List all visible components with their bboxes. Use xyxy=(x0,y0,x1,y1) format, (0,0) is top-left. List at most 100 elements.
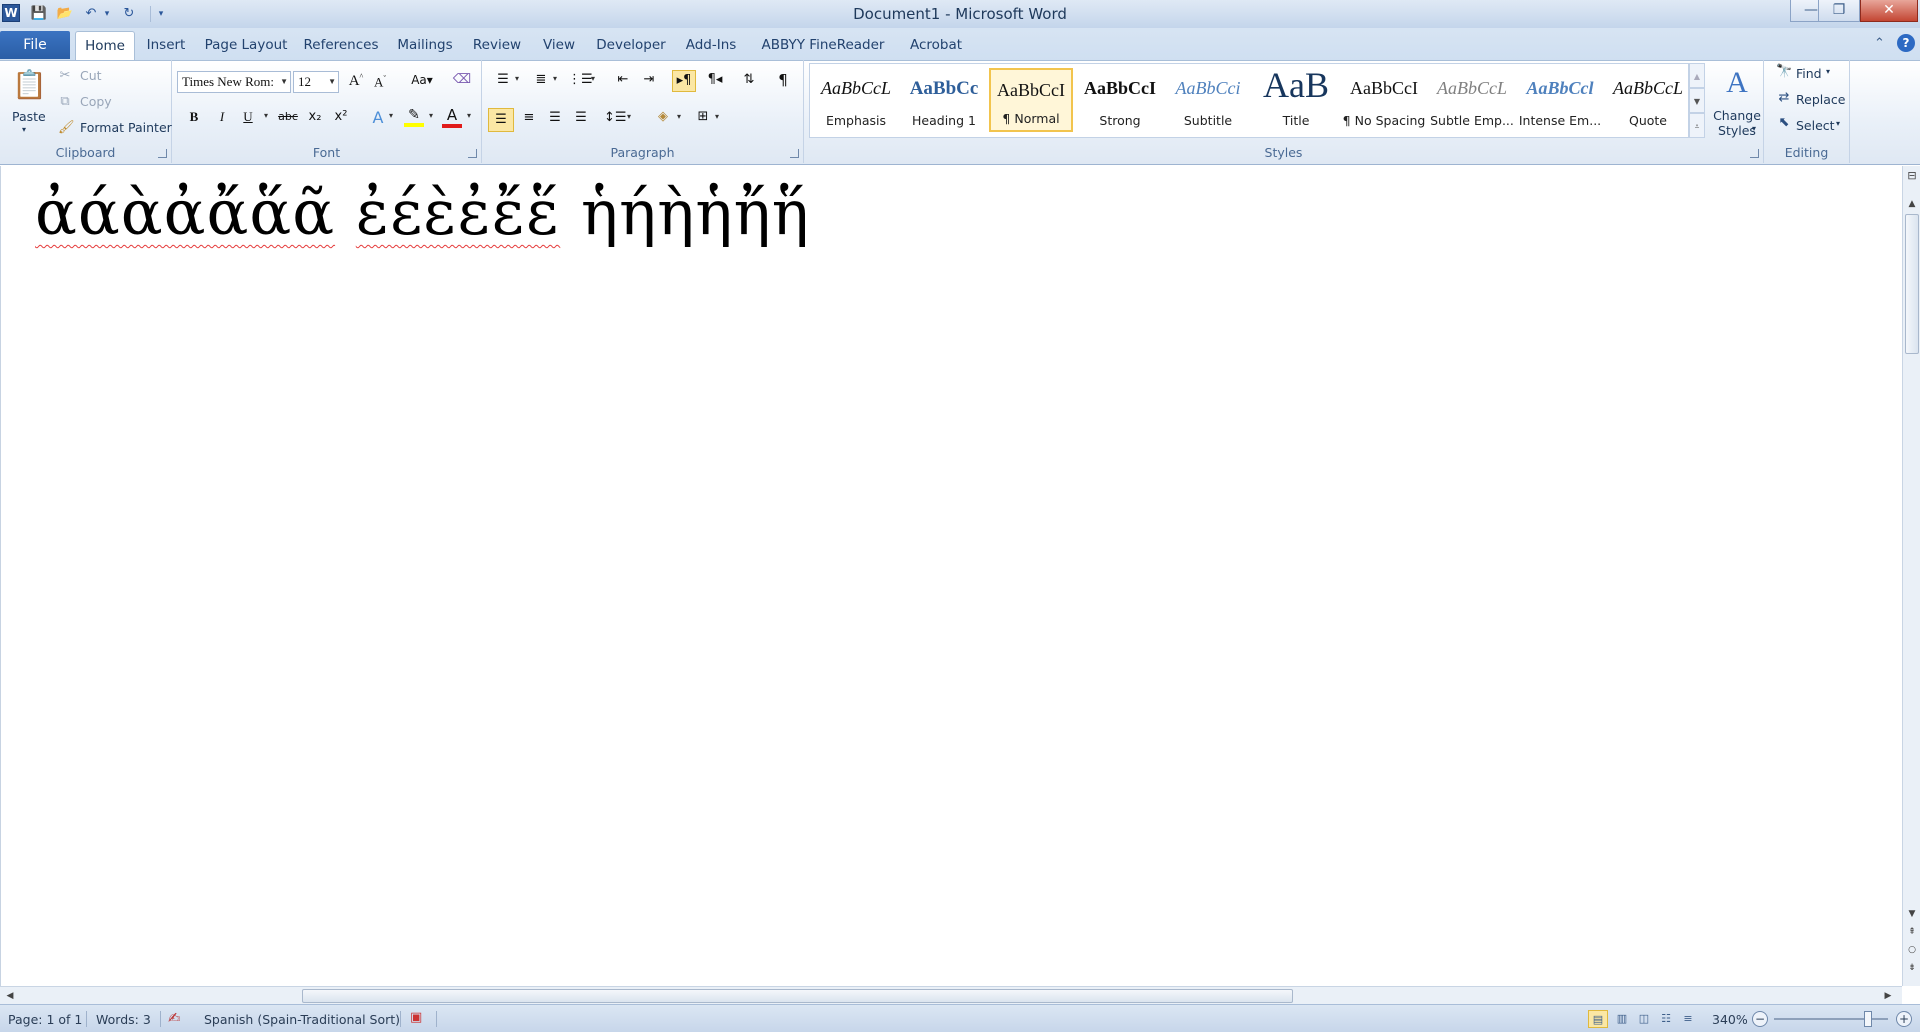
tab-page-layout[interactable]: Page Layout xyxy=(203,31,289,60)
font-size-combobox[interactable]: 12 ▼ xyxy=(293,71,339,93)
vertical-scrollbar[interactable]: ⊟ ▲ ▼ ⇞ ○ ⇟ xyxy=(1902,166,1920,986)
styles-launcher-icon[interactable] xyxy=(1750,149,1759,158)
style-quote[interactable]: AaBbCcL Quote xyxy=(1606,68,1690,132)
shrink-font-icon[interactable]: Aˇ xyxy=(370,74,390,90)
clipboard-launcher-icon[interactable] xyxy=(158,149,167,158)
vertical-scroll-thumb[interactable] xyxy=(1905,214,1919,354)
style-no-spacing[interactable]: AaBbCcI ¶ No Spacing xyxy=(1342,68,1426,132)
change-styles-icon[interactable]: A xyxy=(1718,66,1756,100)
zoom-slider-thumb[interactable] xyxy=(1864,1011,1872,1027)
italic-button[interactable]: I xyxy=(212,109,232,125)
shading-icon[interactable]: ◈ xyxy=(652,109,674,124)
minimize-ribbon-icon[interactable]: ⌃ xyxy=(1874,36,1885,51)
scroll-down-icon[interactable]: ▼ xyxy=(1903,906,1920,922)
change-styles-button[interactable]: Change Styles xyxy=(1712,108,1762,138)
scroll-right-icon[interactable]: ▶ xyxy=(1880,988,1896,1004)
shading-dropdown-icon[interactable]: ▾ xyxy=(674,112,684,121)
scroll-left-icon[interactable]: ◀ xyxy=(2,988,18,1004)
borders-icon[interactable]: ⊞ xyxy=(692,109,714,124)
previous-page-icon[interactable]: ⇞ xyxy=(1903,924,1920,940)
document-page[interactable]: ἀάὰἀἄἅᾶ ἐέὲἐἔἕ ἡήὴἡἤἥ xyxy=(0,166,1902,986)
horizontal-scrollbar[interactable]: ◀ ▶ xyxy=(0,986,1902,1004)
document-text[interactable]: ἀάὰἀἄἅᾶ ἐέὲἐἔἕ ἡήὴἡἤἥ xyxy=(35,176,810,249)
highlight-icon[interactable]: ✎ xyxy=(404,107,424,127)
ruler-toggle-icon[interactable]: ⊟ xyxy=(1903,168,1920,184)
tab-home[interactable]: Home xyxy=(75,31,135,60)
browse-object-icon[interactable]: ○ xyxy=(1903,942,1920,958)
restore-icon[interactable]: ❐ xyxy=(1818,0,1860,22)
document-word-alpha[interactable]: ἀάὰἀἄἅᾶ xyxy=(35,176,335,249)
zoom-out-icon[interactable]: − xyxy=(1752,1011,1768,1027)
style-subtitle[interactable]: AaBbCci Subtitle xyxy=(1166,68,1250,132)
style-heading-1[interactable]: AaBbCc Heading 1 xyxy=(902,68,986,132)
paste-icon[interactable]: 📋 xyxy=(12,68,47,102)
font-color-icon[interactable]: A xyxy=(442,106,462,128)
zoom-level[interactable]: 340% xyxy=(1712,1012,1748,1027)
line-spacing-icon[interactable]: ↕☰ xyxy=(604,110,627,125)
borders-dropdown-icon[interactable]: ▾ xyxy=(712,112,722,121)
paste-button[interactable]: Paste xyxy=(12,109,46,124)
web-layout-icon[interactable]: ◫ xyxy=(1634,1010,1654,1028)
style-intense-emphasis[interactable]: AaBbCcl Intense Em... xyxy=(1518,68,1602,132)
text-effects-icon[interactable]: A xyxy=(368,108,388,127)
style-emphasis[interactable]: AaBbCcL Emphasis xyxy=(814,68,898,132)
change-case-icon[interactable]: Aa▾ xyxy=(408,73,436,87)
language-indicator[interactable]: Spanish (Spain-Traditional Sort) xyxy=(204,1012,400,1027)
sort-icon[interactable]: ⇅ xyxy=(738,72,760,87)
draft-view-icon[interactable]: ≡ xyxy=(1678,1010,1698,1028)
paragraph-launcher-icon[interactable] xyxy=(790,149,799,158)
numbering-dropdown-icon[interactable]: ▾ xyxy=(550,74,560,83)
decrease-indent-icon[interactable]: ⇤ xyxy=(612,72,634,87)
horizontal-scroll-thumb[interactable] xyxy=(302,989,1293,1003)
scroll-up-icon[interactable]: ▲ xyxy=(1903,196,1920,212)
multilevel-list-icon[interactable]: ⋮☰ xyxy=(568,72,593,87)
bullets-icon[interactable]: ☰ xyxy=(492,72,514,87)
copy-button[interactable]: Copy xyxy=(80,94,112,109)
numbering-icon[interactable]: ≣ xyxy=(530,72,552,87)
grow-font-icon[interactable]: A^ xyxy=(346,72,366,90)
style-title[interactable]: AaB Title xyxy=(1254,65,1338,132)
tab-insert[interactable]: Insert xyxy=(143,31,189,60)
subscript-button[interactable]: x₂ xyxy=(304,109,326,124)
select-dropdown-icon[interactable]: ▾ xyxy=(1836,119,1840,128)
change-styles-dropdown-icon[interactable]: ▾ xyxy=(1752,124,1756,133)
tab-file[interactable]: File xyxy=(0,31,70,59)
align-center-icon[interactable]: ≡ xyxy=(518,110,540,125)
style-strong[interactable]: AaBbCcI Strong xyxy=(1078,68,1162,132)
increase-indent-icon[interactable]: ⇥ xyxy=(638,72,660,87)
gallery-scroll-down-icon[interactable]: ▼ xyxy=(1689,88,1705,113)
ltr-direction-icon[interactable]: ▸¶ xyxy=(672,70,696,92)
full-screen-reading-icon[interactable]: ▥ xyxy=(1612,1010,1632,1028)
help-icon[interactable]: ? xyxy=(1897,34,1915,52)
close-icon[interactable]: ✕ xyxy=(1860,0,1918,22)
proofing-icon[interactable]: ✍ xyxy=(168,1009,181,1027)
document-word-eta[interactable]: ἡήὴἡἤἥ xyxy=(581,176,810,249)
underline-button[interactable]: U xyxy=(238,109,258,125)
font-launcher-icon[interactable] xyxy=(468,149,477,158)
outline-view-icon[interactable]: ☷ xyxy=(1656,1010,1676,1028)
tab-references[interactable]: References xyxy=(303,31,379,60)
clear-formatting-icon[interactable]: ⌫ xyxy=(452,72,472,87)
style-normal[interactable]: AaBbCcI ¶ Normal xyxy=(989,68,1073,132)
paste-dropdown-icon[interactable]: ▾ xyxy=(22,125,26,134)
tab-acrobat[interactable]: Acrobat xyxy=(906,31,966,60)
tab-mailings[interactable]: Mailings xyxy=(394,31,456,60)
show-formatting-marks-icon[interactable]: ¶ xyxy=(772,71,794,89)
find-button[interactable]: Find xyxy=(1796,66,1822,81)
bullets-dropdown-icon[interactable]: ▾ xyxy=(512,74,522,83)
align-right-icon[interactable]: ☰ xyxy=(544,110,566,125)
tab-review[interactable]: Review xyxy=(470,31,524,60)
find-dropdown-icon[interactable]: ▾ xyxy=(1826,67,1830,76)
word-count[interactable]: Words: 3 xyxy=(96,1012,151,1027)
gallery-more-icon[interactable]: ⩡ xyxy=(1689,113,1705,138)
print-layout-view-icon[interactable]: ▤ xyxy=(1588,1010,1608,1028)
next-page-icon[interactable]: ⇟ xyxy=(1903,960,1920,976)
font-name-combobox[interactable]: Times New Rom: ▼ xyxy=(177,71,291,93)
rtl-direction-icon[interactable]: ¶◂ xyxy=(704,72,726,87)
underline-dropdown-icon[interactable]: ▾ xyxy=(260,111,272,120)
format-painter-button[interactable]: Format Painter xyxy=(80,120,172,135)
bold-button[interactable]: B xyxy=(184,109,204,125)
multilevel-dropdown-icon[interactable]: ▾ xyxy=(588,74,598,83)
tab-developer[interactable]: Developer xyxy=(594,31,668,60)
justify-icon[interactable]: ☰ xyxy=(570,110,592,125)
